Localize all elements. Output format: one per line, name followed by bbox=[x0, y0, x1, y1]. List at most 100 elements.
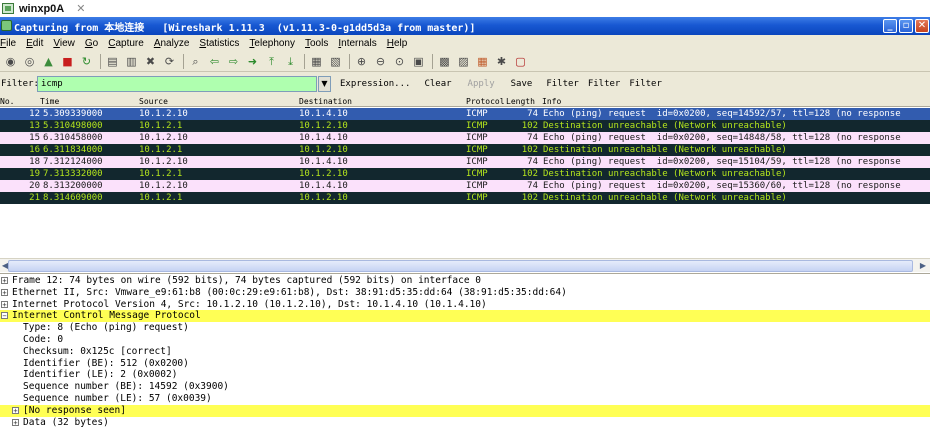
detail-tree-row[interactable]: Identifier (BE): 512 (0x0200) bbox=[0, 358, 930, 370]
packet-cell-proto: ICMP bbox=[466, 133, 488, 143]
capture-filters-icon[interactable]: ▩ bbox=[437, 54, 452, 69]
menu-analyze[interactable]: Analyze bbox=[154, 38, 190, 49]
column-header-length[interactable]: Length bbox=[506, 97, 535, 106]
menu-file[interactable]: File bbox=[0, 38, 16, 49]
save-icon[interactable]: ▥ bbox=[124, 54, 139, 69]
preferences-icon[interactable]: ✱ bbox=[494, 54, 509, 69]
filter-button-3[interactable]: Filter bbox=[629, 79, 662, 89]
reload-icon[interactable]: ⟳ bbox=[162, 54, 177, 69]
detail-text: Checksum: 0x125c [correct] bbox=[23, 345, 172, 357]
detail-tree-row[interactable]: Code: 0 bbox=[0, 334, 930, 346]
column-header-source[interactable]: Source bbox=[139, 97, 168, 106]
back-icon[interactable]: ⇦ bbox=[207, 54, 222, 69]
column-header-protocol[interactable]: Protocol bbox=[466, 97, 505, 106]
start-capture-icon[interactable]: ▲ bbox=[41, 54, 56, 69]
save-filter-button[interactable]: Save bbox=[511, 79, 533, 89]
autoscroll-icon[interactable]: ▧ bbox=[328, 54, 343, 69]
detail-tree-row[interactable]: Sequence number (LE): 57 (0x0039) bbox=[0, 393, 930, 405]
expand-icon[interactable]: + bbox=[12, 418, 19, 426]
display-filters-icon[interactable]: ▨ bbox=[456, 54, 471, 69]
column-header-no[interactable]: No. bbox=[0, 97, 14, 106]
colorize-icon[interactable]: ▦ bbox=[309, 54, 324, 69]
resize-columns-icon[interactable]: ▣ bbox=[411, 54, 426, 69]
packet-list-hscrollbar[interactable]: ◀ ▶ bbox=[0, 258, 930, 272]
clear-button[interactable]: Clear bbox=[424, 79, 451, 89]
column-header-destination[interactable]: Destination bbox=[299, 97, 352, 106]
menu-help[interactable]: Help bbox=[387, 38, 408, 49]
detail-tree-row[interactable]: + Frame 12: 74 bytes on wire (592 bits), … bbox=[0, 275, 930, 287]
expression-button[interactable]: Expression... bbox=[340, 79, 410, 89]
detail-tree-row[interactable]: + [No response seen] bbox=[0, 404, 930, 417]
expand-icon[interactable]: + bbox=[1, 300, 8, 308]
detail-text: Frame 12: 74 bytes on wire (592 bits), 7… bbox=[12, 275, 481, 286]
last-packet-icon[interactable]: ⤓ bbox=[283, 54, 298, 69]
menu-tools[interactable]: Tools bbox=[305, 38, 328, 49]
interfaces-icon[interactable]: ◉ bbox=[3, 54, 18, 69]
stop-capture-icon[interactable]: ■ bbox=[60, 54, 75, 69]
filter-bar: Filter: icmp ▼ Expression... Clear Apply… bbox=[0, 72, 930, 96]
zoom-out-icon[interactable]: ⊖ bbox=[373, 54, 388, 69]
column-header-time[interactable]: Time bbox=[40, 97, 59, 106]
close-file-icon[interactable]: ✖ bbox=[143, 54, 158, 69]
menu-go[interactable]: Go bbox=[85, 38, 98, 49]
detail-text: Ethernet II, Src: Vmware_e9:61:b8 (00:0c… bbox=[12, 286, 567, 298]
open-icon[interactable]: ▤ bbox=[105, 54, 120, 69]
column-header-info[interactable]: Info bbox=[542, 97, 561, 106]
packet-row[interactable]: 20 8.313200000 10.1.2.10 10.1.4.10 ICMP 74 Ech… bbox=[0, 180, 930, 192]
menu-telephony[interactable]: Telephony bbox=[249, 38, 295, 49]
expand-icon[interactable]: + bbox=[12, 406, 19, 414]
filter-button-2[interactable]: Filter bbox=[588, 79, 621, 89]
packet-row[interactable]: 15 6.310458000 10.1.2.10 10.1.4.10 ICMP 74 Ech… bbox=[0, 132, 930, 144]
forward-icon[interactable]: ⇨ bbox=[226, 54, 241, 69]
filter-input[interactable]: icmp bbox=[37, 76, 317, 92]
detail-tree-row[interactable]: + Data (32 bytes) bbox=[0, 417, 930, 429]
normal-size-icon[interactable]: ⊙ bbox=[392, 54, 407, 69]
apply-button[interactable]: Apply bbox=[468, 79, 495, 89]
expand-icon[interactable]: + bbox=[1, 288, 8, 296]
filter-dropdown-button[interactable]: ▼ bbox=[318, 76, 331, 92]
maximize-button[interactable]: ▫ bbox=[899, 19, 913, 33]
packet-cell-src: 10.1.2.1 bbox=[139, 193, 183, 203]
options-icon[interactable]: ◎ bbox=[22, 54, 37, 69]
menu-capture[interactable]: Capture bbox=[108, 38, 144, 49]
vm-tab[interactable]: winxp0A ✕ bbox=[2, 0, 85, 17]
menu-statistics[interactable]: Statistics bbox=[199, 38, 239, 49]
detail-tree-row[interactable]: + Internet Protocol Version 4, Src: 10.1.… bbox=[0, 299, 930, 311]
restart-capture-icon[interactable]: ↻ bbox=[79, 54, 94, 69]
detail-tree-row[interactable]: + Ethernet II, Src: Vmware_e9:61:b8 (00:0… bbox=[0, 287, 930, 299]
scroll-right-icon[interactable]: ▶ bbox=[918, 260, 928, 272]
detail-tree-row[interactable]: − Internet Control Message Protocol bbox=[0, 310, 930, 323]
toolbar-separator bbox=[304, 53, 305, 69]
packet-row[interactable]: 19 7.313332000 10.1.2.1 10.1.2.10 ICMP 102 Des… bbox=[0, 168, 930, 180]
menu-internals[interactable]: Internals bbox=[338, 38, 376, 49]
help-icon[interactable]: ▢ bbox=[513, 54, 528, 69]
goto-icon[interactable]: ➜ bbox=[245, 54, 260, 69]
detail-tree-row[interactable]: Checksum: 0x125c [correct] bbox=[0, 346, 930, 358]
packet-row[interactable]: 16 6.311834000 10.1.2.1 10.1.2.10 ICMP 102 Des… bbox=[0, 144, 930, 156]
menu-view[interactable]: View bbox=[53, 38, 75, 49]
detail-tree-row[interactable]: Identifier (LE): 2 (0x0002) bbox=[0, 369, 930, 381]
packet-cell-no: 13 bbox=[29, 121, 40, 131]
packet-row[interactable]: 12 5.309339000 10.1.2.10 10.1.4.10 ICMP 74 Ech… bbox=[0, 108, 930, 120]
menu-edit[interactable]: Edit bbox=[26, 38, 43, 49]
first-packet-icon[interactable]: ⤒ bbox=[264, 54, 279, 69]
toolbar-separator bbox=[349, 53, 350, 69]
zoom-in-icon[interactable]: ⊕ bbox=[354, 54, 369, 69]
scroll-thumb[interactable] bbox=[8, 260, 913, 272]
filter-button-1[interactable]: Filter bbox=[546, 79, 579, 89]
minimize-button[interactable]: _ bbox=[883, 19, 897, 33]
find-icon[interactable]: ⌕ bbox=[188, 54, 203, 69]
coloring-rules-icon[interactable]: ▦ bbox=[475, 54, 490, 69]
packet-row[interactable]: 18 7.312124000 10.1.2.10 10.1.4.10 ICMP 74 Ech… bbox=[0, 156, 930, 168]
detail-tree-row[interactable]: Sequence number (BE): 14592 (0x3900) bbox=[0, 381, 930, 393]
vm-tab-close-icon[interactable]: ✕ bbox=[76, 2, 85, 15]
collapse-icon[interactable]: − bbox=[1, 312, 8, 320]
packet-cell-dst: 10.1.4.10 bbox=[299, 157, 348, 167]
expand-icon[interactable]: + bbox=[1, 277, 8, 285]
close-button[interactable]: ✕ bbox=[915, 19, 929, 33]
packet-row[interactable]: 13 5.310498000 10.1.2.1 10.1.2.10 ICMP 102 Des… bbox=[0, 120, 930, 132]
detail-tree-row[interactable]: Type: 8 (Echo (ping) request) bbox=[0, 322, 930, 334]
detail-text: Internet Protocol Version 4, Src: 10.1.2… bbox=[12, 298, 487, 310]
packet-row[interactable]: 21 8.314609000 10.1.2.1 10.1.2.10 ICMP 102 Des… bbox=[0, 192, 930, 204]
main-toolbar: ◉ ◎ ▲ ■ ↻ ▤ ▥ ✖ ⟳ ⌕ ⇦ ⇨ ➜ ⤒ ⤓ ▦ ▧ ⊕ ⊖ ⊙ ▣ ▩ ▨ ▦ ✱ ▢ bbox=[0, 51, 930, 72]
